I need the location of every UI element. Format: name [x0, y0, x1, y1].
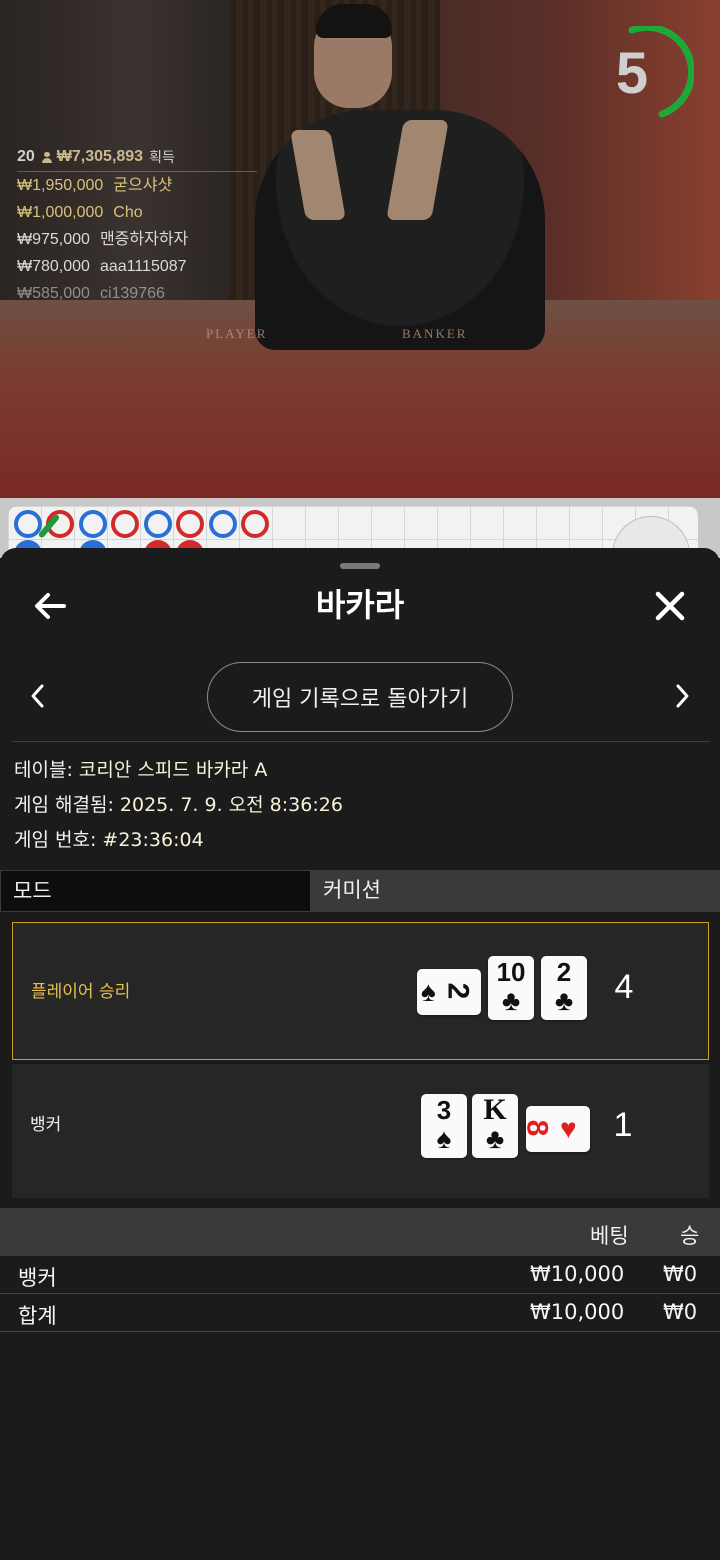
playing-card: 2 ♣	[541, 956, 587, 1020]
user-icon	[41, 151, 53, 163]
bets-header: 베팅 승	[0, 1208, 720, 1256]
winner-name: aaa1115087	[99, 258, 187, 275]
winners-total: ₩7,305,893	[56, 147, 144, 165]
divider	[12, 741, 710, 742]
close-icon	[655, 591, 685, 621]
sheet-grabber[interactable]	[340, 563, 380, 569]
info-game-number-value: #23:36:04	[102, 829, 204, 851]
tab-bar: 모드 커미션	[0, 870, 720, 912]
winner-name: ci139766	[99, 285, 165, 302]
banker-result: 뱅커 3 ♠ K ♣ 8 ♥ 1	[12, 1064, 709, 1198]
live-video: PLAYER BANKER 20 ₩7,305,893 획득 ₩1,950,00…	[0, 0, 720, 498]
bet-amount: ₩10,000	[530, 1300, 625, 1324]
info-table-label: 테이블:	[14, 759, 73, 781]
betting-timer: 5	[600, 23, 696, 120]
return-to-history-button[interactable]: 게임 기록으로 돌아가기	[207, 662, 513, 732]
playing-card: K ♣	[472, 1094, 518, 1158]
next-game-button[interactable]	[666, 678, 698, 714]
playing-card: ♠ 2	[417, 969, 481, 1015]
winners-summary: 20 ₩7,305,893 획득	[17, 146, 257, 172]
player-result: 플레이어 승리 ♠ 2 10 ♣ 2 ♣ 4	[12, 922, 709, 1060]
info-resolved: 게임 해결됨: 2025. 7. 9. 오전 8:36:26	[14, 791, 343, 819]
spade-icon: ♠	[436, 1123, 452, 1154]
bet-name: 합계	[18, 1304, 57, 1328]
playing-card: 3 ♠	[421, 1094, 467, 1158]
winner-amount: ₩975,000	[17, 231, 90, 248]
winner-amount: ₩1,950,000	[17, 177, 104, 194]
chevron-right-icon	[676, 684, 689, 708]
winners-earned-label: 획득	[149, 148, 175, 165]
card-rank: K	[483, 1093, 507, 1126]
sheet-title: 바카라	[315, 587, 405, 623]
club-icon: ♣	[501, 985, 521, 1016]
card-rank: 8	[520, 1119, 554, 1137]
tab-mode[interactable]: 모드	[0, 870, 311, 912]
game-history-sheet: 바카라 게임 기록으로 돌아가기 테이블: 코리안 스피드 바카라 A 게임 해…	[0, 548, 720, 1560]
info-game-number: 게임 번호: #23:36:04	[14, 826, 204, 854]
club-icon: ♣	[554, 985, 574, 1016]
info-resolved-label: 게임 해결됨:	[14, 794, 114, 816]
banker-result-label: 뱅커	[30, 1115, 62, 1135]
player-bead	[79, 510, 107, 538]
table-label-player: PLAYER	[206, 326, 268, 341]
bets-header-win: 승	[680, 1224, 700, 1248]
bet-win: ₩0	[663, 1300, 698, 1324]
card-rank: 2	[441, 982, 475, 1000]
bet-amount: ₩10,000	[530, 1262, 625, 1286]
winners-count: 20	[17, 147, 35, 165]
info-game-number-label: 게임 번호:	[14, 829, 97, 851]
winner-row: ₩1,000,000 Cho	[17, 199, 257, 226]
bets-header-bet: 베팅	[590, 1224, 629, 1248]
card-rank: 10	[496, 957, 526, 987]
banker-bead	[176, 510, 204, 538]
info-table: 테이블: 코리안 스피드 바카라 A	[14, 756, 267, 784]
heart-icon: ♥	[560, 1113, 577, 1144]
card-rank: 2	[556, 957, 572, 987]
player-bead	[144, 510, 172, 538]
bets-table: 베팅 승 뱅커 ₩10,000 ₩0 합계 ₩10,000 ₩0	[0, 1208, 720, 1332]
winner-row: ₩975,000 맨증하자하자	[17, 226, 257, 253]
tab-commission[interactable]: 커미션	[311, 870, 720, 912]
winner-row: ₩1,950,000 굳으샤샷	[17, 172, 257, 199]
dealer-hair	[316, 4, 392, 38]
timer-count: 5	[615, 41, 649, 106]
bet-name: 뱅커	[18, 1266, 57, 1290]
banker-bead	[241, 510, 269, 538]
card-rank: 3	[436, 1095, 452, 1125]
player-score: 4	[614, 968, 634, 1006]
banker-bead	[111, 510, 139, 538]
playing-card: 10 ♣	[488, 956, 534, 1020]
winner-row: ₩585,000 ci139766	[17, 280, 257, 307]
winner-amount: ₩585,000	[17, 285, 90, 302]
player-bead	[209, 510, 237, 538]
info-resolved-value: 2025. 7. 9. 오전 8:36:26	[119, 794, 343, 816]
winners-list: 20 ₩7,305,893 획득 ₩1,950,000 굳으샤샷 ₩1,000,0…	[17, 146, 257, 307]
playing-card: 8 ♥	[520, 1106, 590, 1152]
winner-name: Cho	[113, 204, 143, 221]
winner-name: 맨증하자하자	[99, 231, 189, 248]
banker-score: 1	[613, 1106, 633, 1144]
previous-game-button[interactable]	[22, 678, 54, 714]
table-label-banker: BANKER	[402, 326, 468, 341]
club-icon: ♣	[485, 1123, 505, 1154]
table-row: 뱅커 ₩10,000 ₩0	[0, 1256, 720, 1294]
info-table-value: 코리안 스피드 바카라 A	[78, 759, 268, 781]
player-result-label: 플레이어 승리	[31, 982, 131, 1002]
spade-icon: ♠	[421, 976, 436, 1007]
winner-row: ₩780,000 aaa1115087	[17, 253, 257, 280]
winner-amount: ₩780,000	[17, 258, 90, 275]
bet-win: ₩0	[663, 1262, 698, 1286]
winner-amount: ₩1,000,000	[17, 204, 104, 221]
chevron-left-icon	[31, 684, 44, 708]
table-row: 합계 ₩10,000 ₩0	[0, 1294, 720, 1332]
close-button[interactable]	[648, 584, 692, 628]
winner-name: 굳으샤샷	[113, 177, 173, 194]
